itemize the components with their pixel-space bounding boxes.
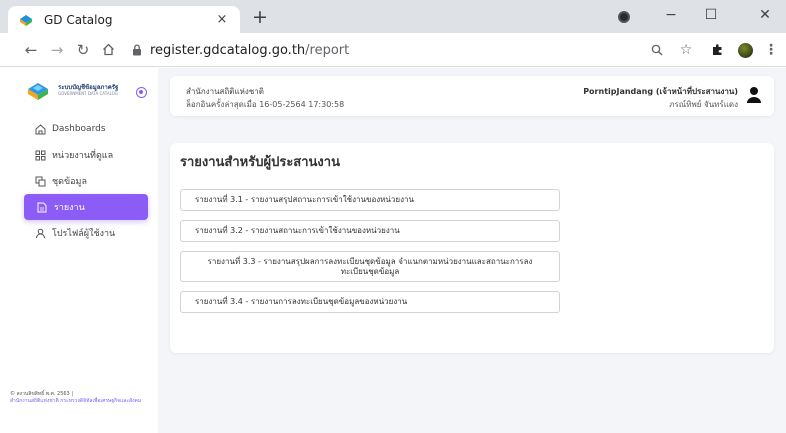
user-name[interactable]: PorntipJandang (เจ้าหน้าที่ประสานงาน) (583, 85, 738, 98)
sidebar-item-reports[interactable]: รายงาน (24, 194, 148, 220)
agency-name: สำนักงานสถิติแห่งชาติ (186, 87, 264, 96)
address-bar[interactable]: register.gdcatalog.go.th/report (130, 38, 690, 62)
user-account-icon[interactable] (746, 86, 762, 104)
bookmark-star-icon[interactable]: ☆ (675, 38, 697, 62)
brand-logo[interactable]: ระบบบัญชีข้อมูลภาครัฐ GOVERNMENT DATA CA… (24, 81, 118, 101)
browser-menu-icon[interactable]: ⋮ (760, 38, 782, 62)
sidebar-item-dashboards[interactable]: Dashboards (22, 116, 148, 142)
sidebar-toggle-icon[interactable] (136, 87, 147, 98)
sidebar: ระบบบัญชีข้อมูลภาครัฐ GOVERNMENT DATA CA… (0, 68, 158, 433)
sidebar-item-label: โปรไฟล์ผู้ใช้งาน (52, 229, 116, 239)
url-host: register.gdcatalog.go.th (150, 42, 306, 58)
report-link-3-4[interactable]: รายงานที่ 3.4 - รายงานการลงทะเบียนชุดข้อ… (180, 291, 560, 313)
home-icon[interactable] (97, 38, 119, 62)
extensions-icon[interactable] (706, 38, 728, 62)
report-link-3-3[interactable]: รายงานที่ 3.3 - รายงานสรุปผลการลงทะเบียน… (180, 251, 560, 282)
sidebar-item-label: รายงาน (54, 203, 85, 213)
account-avatar-icon[interactable] (738, 43, 753, 58)
new-tab-button[interactable]: + (248, 6, 272, 30)
back-icon[interactable]: ← (20, 38, 42, 62)
last-login-text: ล็อกอินครั้งล่าสุดเมื่อ 16-05-2564 17:30… (186, 100, 345, 109)
gd-catalog-logo-icon (28, 83, 48, 100)
sidebar-item-label: หน่วยงานที่ดูแล (52, 151, 114, 161)
user-icon (34, 227, 46, 239)
grid-icon (34, 149, 46, 161)
dataset-icon (34, 175, 46, 187)
home-icon (34, 123, 46, 135)
tab-close-icon[interactable]: × (214, 12, 230, 27)
reload-icon[interactable]: ↻ (72, 38, 94, 62)
gd-catalog-favicon-icon (18, 12, 34, 28)
sidebar-item-profile[interactable]: โปรไฟล์ผู้ใช้งาน (22, 220, 148, 246)
sidebar-item-label: ชุดข้อมูล (52, 177, 87, 187)
lock-icon (130, 43, 144, 57)
browser-tab-bar: GD Catalog × + − ☐ ✕ (0, 0, 786, 33)
maximize-button[interactable]: ☐ (694, 2, 728, 30)
page-title: รายงานสำหรับผู้ประสานงาน (180, 155, 340, 170)
report-link-3-1[interactable]: รายงานที่ 3.1 - รายงานสรุปสถานะการเข้าใช… (180, 189, 560, 211)
user-fullname: ภรณ์ทิพย์ จันทร์แดง (669, 100, 738, 109)
url-path: /report (305, 42, 350, 58)
sidebar-menu: Dashboards หน่วยงานที่ดูแล ชุดข้อมูล ราย… (0, 116, 158, 246)
browser-profile-icon[interactable] (618, 11, 630, 23)
forward-icon[interactable]: → (46, 38, 68, 62)
report-link-3-2[interactable]: รายงานที่ 3.2 - รายงานสถานะการเข้าใช้งาน… (180, 220, 560, 242)
header-card: สำนักงานสถิติแห่งชาติ ล็อกอินครั้งล่าสุด… (170, 76, 774, 116)
main-card: รายงานสำหรับผู้ประสานงาน รายงานที่ 3.1 -… (170, 143, 774, 353)
app-container: ระบบบัญชีข้อมูลภาครัฐ GOVERNMENT DATA CA… (0, 68, 786, 433)
sidebar-item-label: Dashboards (52, 124, 106, 134)
copyright: © สงวนลิขสิทธิ์ พ.ศ. 2563 | สำนักงานสถิต… (10, 391, 155, 405)
brand-subtitle: GOVERNMENT DATA CATALOG (58, 91, 118, 96)
close-window-button[interactable]: ✕ (748, 2, 782, 30)
sidebar-item-datasets[interactable]: ชุดข้อมูล (22, 168, 148, 194)
tab-title: GD Catalog (44, 12, 113, 27)
browser-tab[interactable]: GD Catalog × (8, 6, 240, 33)
zoom-icon[interactable] (646, 38, 668, 62)
copyright-text: © สงวนลิขสิทธิ์ พ.ศ. 2563 | (10, 391, 74, 397)
report-icon (36, 201, 48, 213)
sidebar-item-agencies[interactable]: หน่วยงานที่ดูแล (22, 142, 148, 168)
browser-toolbar: ← → ↻ register.gdcatalog.go.th/report ☆ … (0, 33, 786, 67)
copyright-link[interactable]: สำนักงานสถิติแห่งชาติ กระทรวงดิจิทัลเพื่… (10, 398, 155, 405)
minimize-button[interactable]: − (654, 2, 688, 30)
